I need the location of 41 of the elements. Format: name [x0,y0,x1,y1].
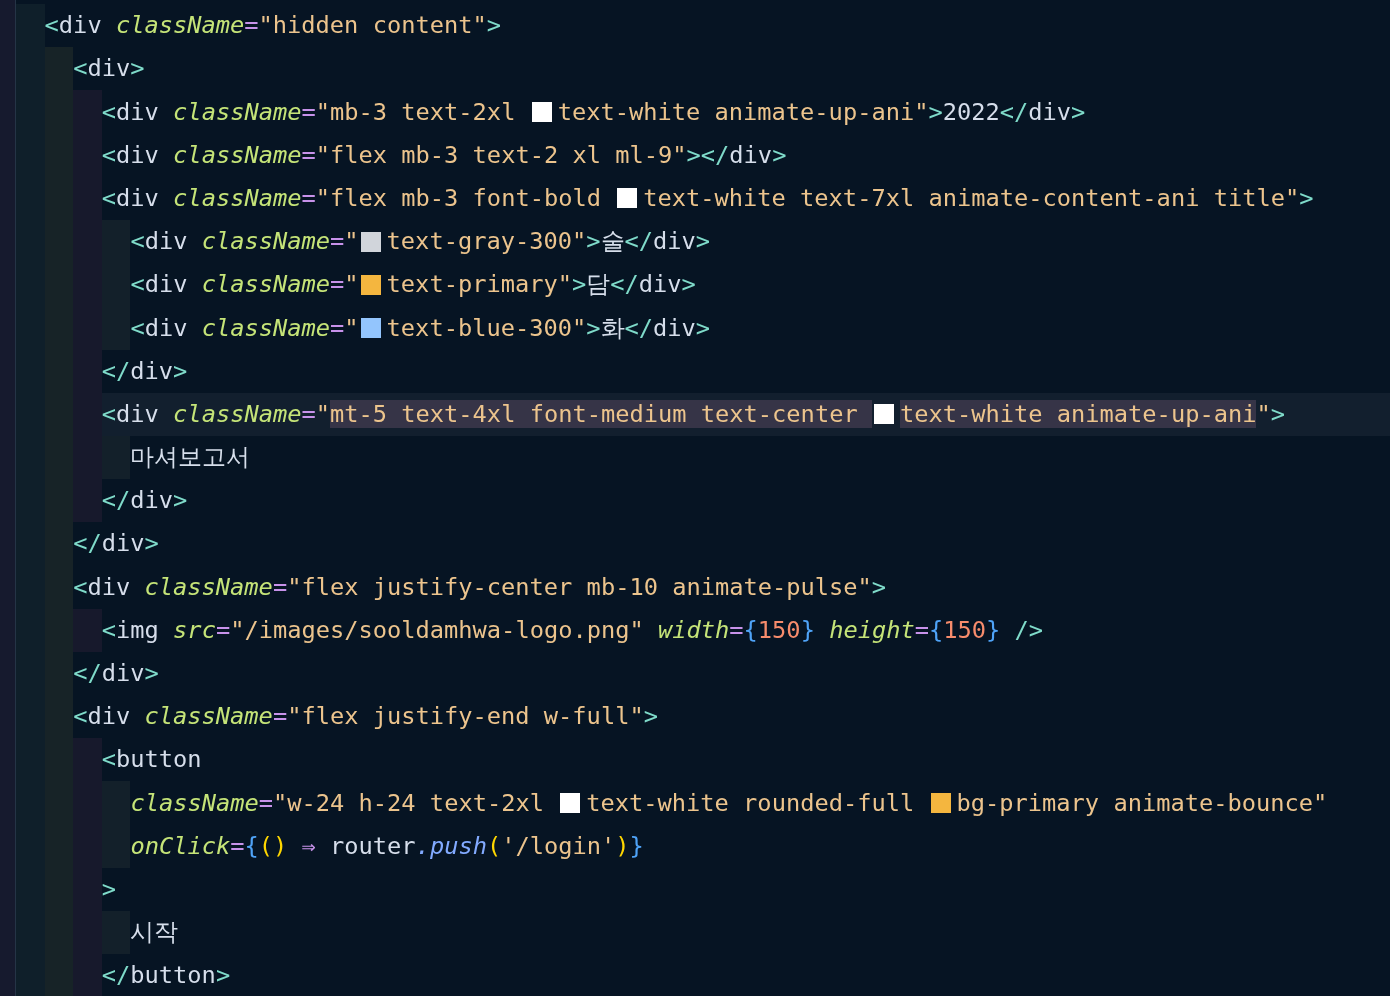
code-text: text-primary">담</div> [386,269,696,301]
code-text: <div className="flex justify-end w-full"> [73,701,658,732]
code-text: text-white animate-up-ani"> [899,398,1285,430]
code-text: <button [101,744,202,776]
code-text: <div className="mt-5 text-4xl font-medium text-center [101,398,872,430]
code-text: className="w-24 h-24 text-2xl [130,787,545,819]
code-text: <div className="mb-3 text-2xl [101,96,517,128]
color-swatch[interactable] [560,792,581,813]
code-text: text-white rounded-full [586,787,916,819]
code-text: </div> [73,528,159,560]
code-text: <div className=" [130,226,359,257]
color-swatch[interactable] [930,792,951,813]
code-text: <div className="flex mb-3 font-bold [101,182,602,214]
code-text: <div> [73,53,145,85]
code-text: <div className="flex mb-3 text-2 xl ml-9"></div> [101,139,787,171]
code-text: </button> [101,960,231,992]
indent-guide [16,4,45,48]
code-text: <div className=" [130,312,359,344]
code-text: <img src="/images/sooldamhwa-logo.png" width={150} height={150} /> [101,614,1044,646]
code-text: <div className=" [130,269,359,301]
code-text: <div className="flex justify-center mb-10 animate-pulse"> [73,571,887,603]
code-text: text-white animate-up-ani">2022</div> [557,96,1086,128]
color-swatch[interactable] [617,188,638,209]
color-swatch[interactable] [360,274,381,295]
code-text: </div> [101,355,188,387]
color-swatch[interactable] [360,231,381,252]
indent-guide [16,954,45,996]
color-swatch[interactable] [531,101,552,122]
code-text: text-blue-300">화</div> [386,312,711,344]
color-swatch[interactable] [360,317,381,338]
code-text: > [101,873,117,905]
code-text: </div> [101,485,188,517]
code-text: </div> [73,658,159,689]
code-text: 마셔보고서 [130,442,251,473]
code-text: text-white text-7xl animate-content-ani title"> [643,182,1314,214]
code-text: 시작 [130,917,179,948]
code-text: <div className="hidden content"> [44,10,501,41]
code-text: onClick={() ⇒ router.push('/login')} [130,830,644,862]
code-text: bg-primary animate-bounce" [956,787,1328,819]
code-text: text-gray-300">술</div> [386,226,711,257]
color-swatch[interactable] [873,404,894,425]
